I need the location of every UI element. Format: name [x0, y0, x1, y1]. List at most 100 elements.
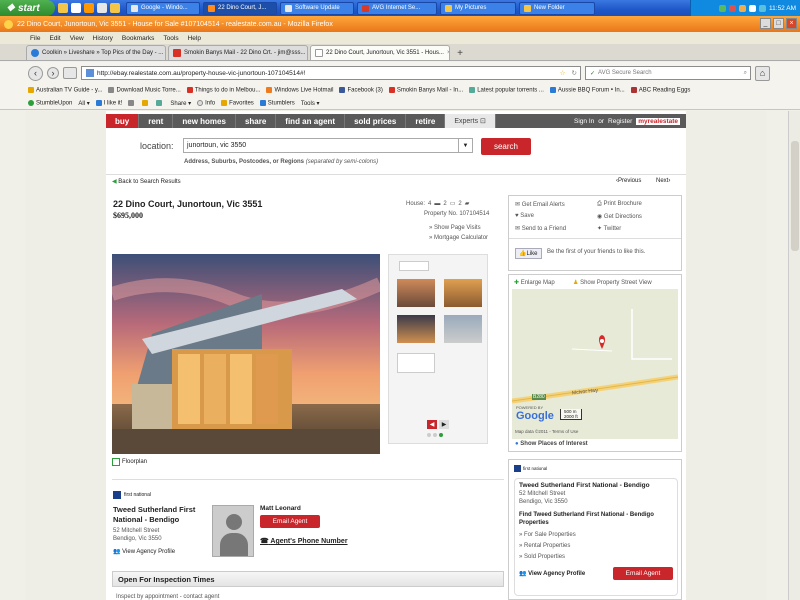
enlarge-map-link[interactable]: ✚ Enlarge Map	[514, 279, 555, 286]
minimize-button[interactable]: _	[760, 18, 771, 29]
side-email-agent-button[interactable]: Email Agent	[613, 567, 673, 580]
for-sale-link[interactable]: » For Sale Properties	[519, 532, 576, 538]
nav-rent[interactable]: rent	[139, 114, 174, 128]
email-alerts-link[interactable]: ✉ Get Email Alerts	[515, 201, 565, 208]
thumbnail[interactable]	[397, 279, 435, 307]
tray-icon[interactable]	[719, 4, 727, 12]
mortgage-calculator-link[interactable]: » Mortgage Calculator	[429, 235, 488, 241]
tray-icon[interactable]	[729, 4, 737, 12]
side-view-profile-link[interactable]: 👥 View Agency Profile	[519, 570, 585, 577]
nav-buy[interactable]: buy	[106, 114, 140, 128]
all-dropdown[interactable]: All ▾	[78, 100, 89, 107]
bookmark-item[interactable]: Things to do in Melbou...	[186, 87, 260, 94]
email-agent-button[interactable]: Email Agent	[260, 515, 320, 528]
task-google[interactable]: Google - Windo...	[126, 1, 200, 15]
bookmark-star-icon[interactable]: ☆	[560, 69, 566, 77]
bookmark-item[interactable]: Latest popular torrents ...	[469, 87, 544, 94]
menu-file[interactable]: File	[30, 35, 40, 42]
magnifier-icon[interactable]: ⌕	[744, 70, 750, 77]
next-link[interactable]: Next›	[656, 178, 670, 184]
main-photo[interactable]	[112, 254, 380, 454]
back-to-results-link[interactable]: ◀ Back to Search Results	[112, 178, 181, 185]
toolbar-icon[interactable]	[142, 99, 150, 107]
send-friend-link[interactable]: ✉ Send to a Friend	[515, 225, 566, 232]
menu-tools[interactable]: Tools	[163, 35, 178, 42]
browser-tab-active[interactable]: 22 Dino Court, Junortoun, Vic 3551 - Hou…	[310, 45, 450, 60]
close-tab-icon[interactable]: ×	[447, 50, 449, 56]
street-view-link[interactable]: ♟ Show Property Street View	[573, 279, 652, 286]
chevron-down-icon[interactable]: ▼	[458, 139, 472, 152]
search-button[interactable]: search	[481, 138, 531, 155]
pager-dot[interactable]	[427, 433, 431, 437]
places-of-interest-link[interactable]: ● Show Places of Interest	[515, 441, 588, 447]
nav-find-agent[interactable]: find an agent	[276, 114, 346, 128]
bookmark-item[interactable]: ABC Reading Eggs	[630, 87, 690, 94]
directions-link[interactable]: ◉ Get Directions	[597, 213, 642, 220]
quicklaunch-icon[interactable]	[84, 3, 94, 13]
task-new-folder[interactable]: New Folder	[519, 1, 595, 15]
prev-thumbs-button[interactable]: ◀	[427, 420, 437, 429]
rental-link[interactable]: » Rental Properties	[519, 543, 570, 549]
nav-experts[interactable]: Experts ⊡	[445, 114, 496, 128]
browser-tab[interactable]: Coolkin » Liveshare » Top Pics of the Da…	[26, 45, 166, 60]
favorites-button[interactable]: Favorites	[221, 99, 254, 106]
next-thumbs-button[interactable]: ▶	[439, 420, 449, 429]
menu-view[interactable]: View	[70, 35, 84, 42]
menu-help[interactable]: Help	[188, 35, 201, 42]
bookmark-item[interactable]: Facebook (3)	[339, 87, 383, 94]
page-visits-link[interactable]: » Show Page Visits	[429, 225, 481, 231]
save-link[interactable]: ♥ Save	[515, 213, 534, 219]
floorplan-link[interactable]: Floorplan	[112, 458, 147, 466]
history-dropdown-icon[interactable]	[63, 67, 77, 79]
reload-icon[interactable]: ↻	[569, 69, 580, 77]
forward-button[interactable]: ›	[47, 67, 59, 79]
task-avg[interactable]: AVG Internet Se...	[357, 1, 437, 15]
quicklaunch-icon[interactable]	[71, 3, 81, 13]
menu-bookmarks[interactable]: Bookmarks	[122, 35, 155, 42]
register-link[interactable]: Register	[608, 118, 632, 125]
facebook-like-button[interactable]: 👍Like	[515, 248, 542, 259]
close-button[interactable]: ×	[786, 18, 797, 29]
stumblers-button[interactable]: Stumblers	[259, 99, 295, 106]
map-view[interactable]: McIvor Hwy B280 POWERED BY Google 500 m2…	[512, 289, 678, 439]
menu-history[interactable]: History	[93, 35, 113, 42]
tray-icon[interactable]	[739, 4, 747, 12]
share-dropdown[interactable]: Share ▾	[170, 100, 191, 107]
thumbnail-floorplan[interactable]	[397, 353, 435, 373]
task-firefox[interactable]: 22 Dino Court, J...	[203, 1, 277, 15]
location-input[interactable]: junortoun, vic 3550 ▼	[183, 138, 473, 153]
volume-icon[interactable]	[749, 4, 757, 12]
page-scrollbar[interactable]	[788, 111, 800, 600]
toolbar-icon[interactable]	[156, 99, 164, 107]
bookmark-item[interactable]: Australian TV Guide - y...	[28, 87, 102, 94]
print-brochure-link[interactable]: ⎙ Print Brochure	[597, 201, 642, 208]
home-button[interactable]: ⌂	[755, 65, 770, 81]
nav-retire[interactable]: retire	[406, 114, 446, 128]
thumbnail[interactable]	[444, 279, 482, 307]
sold-link[interactable]: » Sold Properties	[519, 554, 565, 560]
twitter-link[interactable]: ✦ Twitter	[597, 225, 621, 232]
quicklaunch-icon[interactable]	[110, 3, 120, 13]
search-box[interactable]: ✓ AVG Secure Search ⌕	[585, 66, 751, 80]
thumbnail[interactable]	[397, 315, 435, 343]
task-software-update[interactable]: Software Update	[280, 1, 354, 15]
agent-phone-link[interactable]: ☎ Agent's Phone Number	[260, 537, 348, 545]
site-identity-icon[interactable]	[86, 69, 94, 77]
maximize-button[interactable]: □	[773, 18, 784, 29]
sign-in-link[interactable]: Sign In	[574, 118, 594, 125]
bookmark-item[interactable]: Smokin Banys Mail - In...	[388, 87, 463, 94]
bookmark-item[interactable]: Aussie BBQ Forum • In...	[549, 87, 625, 94]
thumbnail[interactable]	[444, 315, 482, 343]
stumble-button[interactable]: StumbleUpon	[28, 99, 72, 106]
view-agency-profile-link[interactable]: 👥 View Agency Profile	[113, 548, 175, 555]
nav-new-homes[interactable]: new homes	[173, 114, 236, 128]
nav-sold-prices[interactable]: sold prices	[345, 114, 407, 128]
url-bar[interactable]: http://ebay.realestate.com.au/property-h…	[81, 66, 581, 80]
start-button[interactable]: ❖ start	[0, 0, 55, 16]
quicklaunch-icon[interactable]	[97, 3, 107, 13]
info-button[interactable]: Info	[197, 99, 215, 106]
bookmark-item[interactable]: Download Music Torre...	[108, 87, 181, 94]
network-icon[interactable]	[759, 4, 767, 12]
pager-dot[interactable]	[439, 433, 443, 437]
task-my-pictures[interactable]: My Pictures	[440, 1, 516, 15]
